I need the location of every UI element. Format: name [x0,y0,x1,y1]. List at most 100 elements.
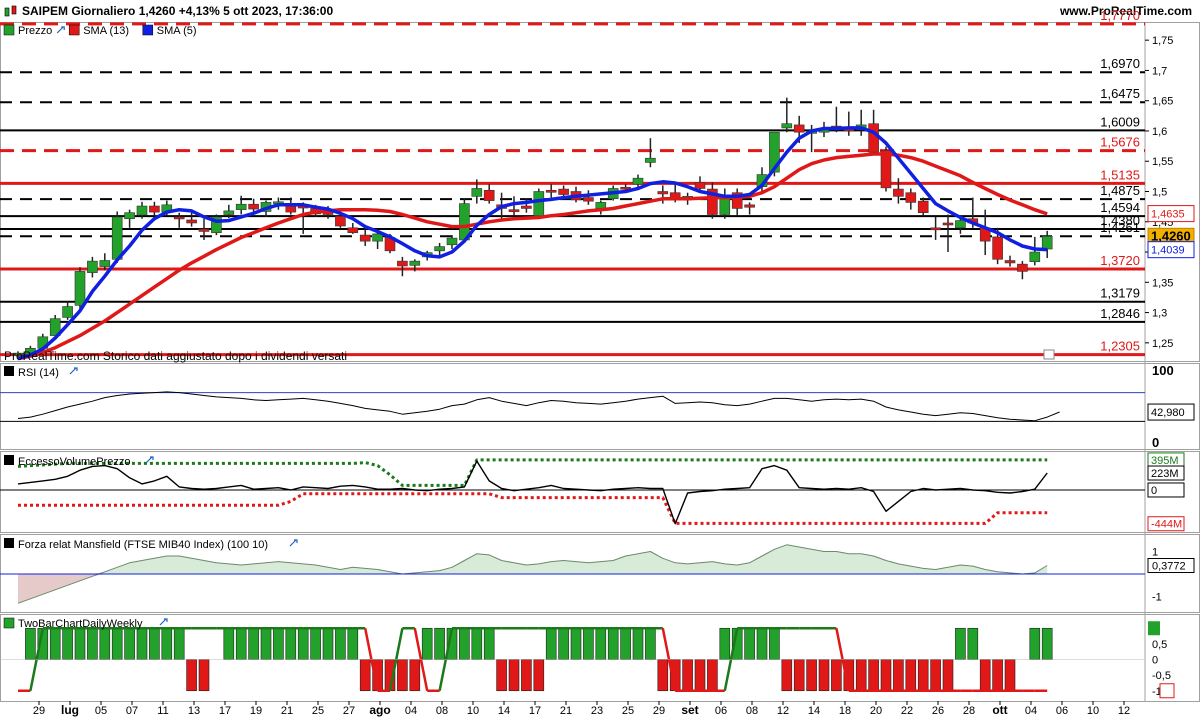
candle-body [149,205,160,213]
eccesso-value-label: 0 [1151,485,1157,497]
x-tick-label: 25 [312,705,324,717]
twobar-daily-bar [111,627,123,660]
twobar-daily-bar [198,659,210,692]
price-ytick-label: 1,6 [1152,126,1167,138]
twobar-daily-bar [942,659,954,692]
candle-body [359,234,371,242]
candle-body [632,177,644,185]
rsi-legend-label: RSI (14) [18,367,59,379]
twobar-daily-bar [917,659,929,692]
candle-body [397,260,408,267]
x-tick-label: 25 [622,705,634,717]
x-tick-label: 05 [95,705,107,717]
candle-body [905,192,917,203]
level-label: 1,4261 [1100,220,1140,235]
candle-body [893,188,904,197]
x-tick-label: 07 [126,705,138,717]
twobar-daily-bar [297,627,309,660]
twobar-daily-bar [880,659,892,692]
level-label: 1,2846 [1100,306,1140,321]
twobar-daily-bar [99,627,111,660]
twobar-daily-bar [855,659,867,692]
candle-body [868,123,879,153]
twobar-daily-bar [1041,627,1053,660]
twobar-daily-bar [806,659,817,692]
twobar-daily-bar [62,627,73,660]
eccesso-value-label: 223M [1151,468,1179,480]
candle-body [942,222,954,226]
mansfield-ytick-label: -1 [1152,592,1162,604]
candle-body [198,228,210,232]
twobar-daily-bar [87,627,98,660]
eccesso-value-label: 395M [1151,455,1179,467]
level-label: 1,5135 [1100,167,1140,182]
mansfield-legend-label: Forza relat Mansfield (FTSE MIB40 Index)… [18,539,268,551]
eccesso-value-label: -444M [1151,519,1182,531]
wrench-icon [69,367,78,375]
x-tick-label: 29 [653,705,665,717]
x-tick-label: 12 [1118,705,1130,717]
rsi-legend-swatch [4,366,14,376]
candle-body [235,203,247,210]
twobar-daily-bar [955,627,966,660]
x-tick-label: 08 [746,705,758,717]
mansfield-negative-area [18,574,1048,604]
info-icon [1043,349,1055,360]
candle-body [136,205,148,216]
twobar-daily-bar [781,659,793,692]
twobar-daily-bar [905,659,917,692]
candle-body [372,233,383,242]
x-tick-label: 20 [870,705,882,717]
wrench-icon [159,618,168,626]
twobar-daily-bar [186,659,197,692]
x-tick-label: 21 [281,705,293,717]
x-tick-label: 13 [188,705,200,717]
x-tick-label: set [681,703,698,717]
candle-body [409,260,421,266]
candle-body [645,157,656,163]
candle-body [595,202,607,209]
price-ytick-label: 1,5 [1152,187,1167,199]
level-label: 1,6009 [1100,114,1140,129]
mansfield-legend-swatch [4,538,14,548]
x-tick-label: 26 [932,705,944,717]
legend-label: SMA (13) [83,25,129,37]
x-tick-label: 10 [1087,705,1099,717]
candle-body [223,210,235,215]
candle-body [1017,263,1028,272]
twobar-ytick-label: -0,5 [1152,670,1171,682]
x-tick-label: ott [992,703,1007,717]
mansfield-ytick-label: 0,3772 [1152,561,1186,573]
twobar-up-marker [1148,621,1160,636]
twobar-daily-bar [868,659,879,692]
twobar-legend-swatch [3,617,15,629]
twobar-daily-bar [273,627,284,660]
candle-body [471,188,483,197]
rsi-line [17,391,1060,422]
level-label: 1,6475 [1100,86,1140,101]
level-label: 1,5676 [1100,135,1140,150]
candle-body [446,237,458,246]
twobar-daily-bar [310,627,321,660]
eccesso-legend-swatch [4,455,14,465]
twobar-daily-bar [818,659,830,692]
price-ytick-label: 1,3 [1152,308,1167,320]
legend-label: Prezzo [18,25,52,37]
twobar-daily-bar [831,659,842,692]
x-tick-label: 12 [777,705,789,717]
wrench-icon [56,26,65,34]
twobar-daily-bar [930,659,941,692]
candle-body [74,271,86,306]
level-label: 1,4875 [1100,183,1140,198]
sma5-line [17,126,1048,361]
twobar-daily-bar [620,627,631,660]
candle-body [186,219,197,224]
candle-body [583,197,594,202]
twobar-daily-bar [161,627,173,660]
twobar-daily-bar [285,627,297,660]
eccesso-lower-dotted [18,492,1048,525]
twobar-daily-bar [223,627,235,660]
twobar-daily-bar [893,659,904,692]
twobar-daily-bar [570,627,582,660]
twobar-daily-bar [756,627,768,660]
